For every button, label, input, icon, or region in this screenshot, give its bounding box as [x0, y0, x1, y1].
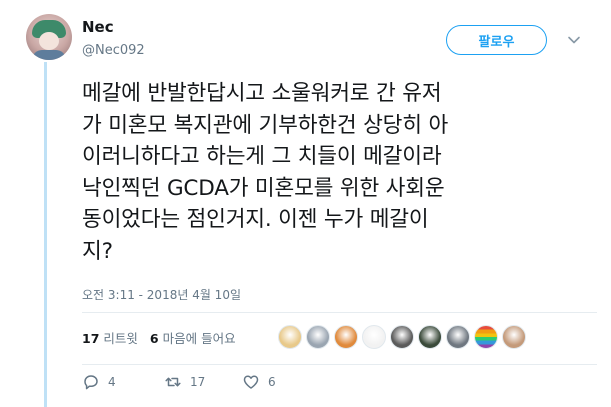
retweet-button[interactable]: 17 [164, 373, 242, 391]
avatar[interactable] [26, 14, 72, 60]
retweet-count: 17 [190, 375, 206, 389]
avatar-5[interactable] [390, 325, 414, 349]
reply-icon [84, 375, 98, 390]
avatar-7[interactable] [446, 325, 470, 349]
tweet-stats: 17 리트윗 6 마음에 들어요 [82, 328, 236, 347]
divider [82, 312, 597, 313]
avatar-4[interactable] [362, 325, 386, 349]
like-button[interactable]: 6 [242, 373, 276, 391]
reply-count: 4 [108, 375, 116, 389]
like-icon [243, 375, 259, 389]
avatar-3[interactable] [334, 325, 358, 349]
retweets-count: 17 [82, 331, 100, 346]
avatar-9[interactable] [502, 325, 526, 349]
retweets-label: 리트윗 [103, 331, 138, 346]
user-handle[interactable]: @Nec092 [82, 43, 145, 58]
avatar-2[interactable] [306, 325, 330, 349]
divider [82, 364, 597, 365]
tweet-text: 메갈에 반발한답시고 소울워커로 간 유저 가 미혼모 복지관에 기부하한건 상… [82, 81, 449, 264]
retweets-stat[interactable]: 17 리트윗 [82, 328, 138, 347]
likes-stat[interactable]: 6 마음에 들어요 [150, 328, 236, 347]
liker-avatars [278, 325, 526, 349]
thread-line [44, 62, 47, 407]
tweet-actions: 4 17 6 [82, 373, 276, 391]
avatar-8[interactable] [474, 325, 498, 349]
retweet-icon [165, 377, 181, 387]
display-name[interactable]: Nec [82, 18, 114, 36]
reply-button[interactable]: 4 [82, 373, 164, 391]
like-count: 6 [268, 375, 276, 389]
tweet-timestamp[interactable]: 오전 3:11 - 2018년 4월 10일 [82, 286, 241, 303]
likes-label: 마음에 들어요 [162, 331, 236, 346]
follow-button[interactable]: 팔로우 [446, 25, 547, 55]
chevron-down-icon[interactable] [567, 33, 581, 47]
avatar-1[interactable] [278, 325, 302, 349]
likes-count: 6 [149, 331, 159, 346]
avatar-6[interactable] [418, 325, 442, 349]
